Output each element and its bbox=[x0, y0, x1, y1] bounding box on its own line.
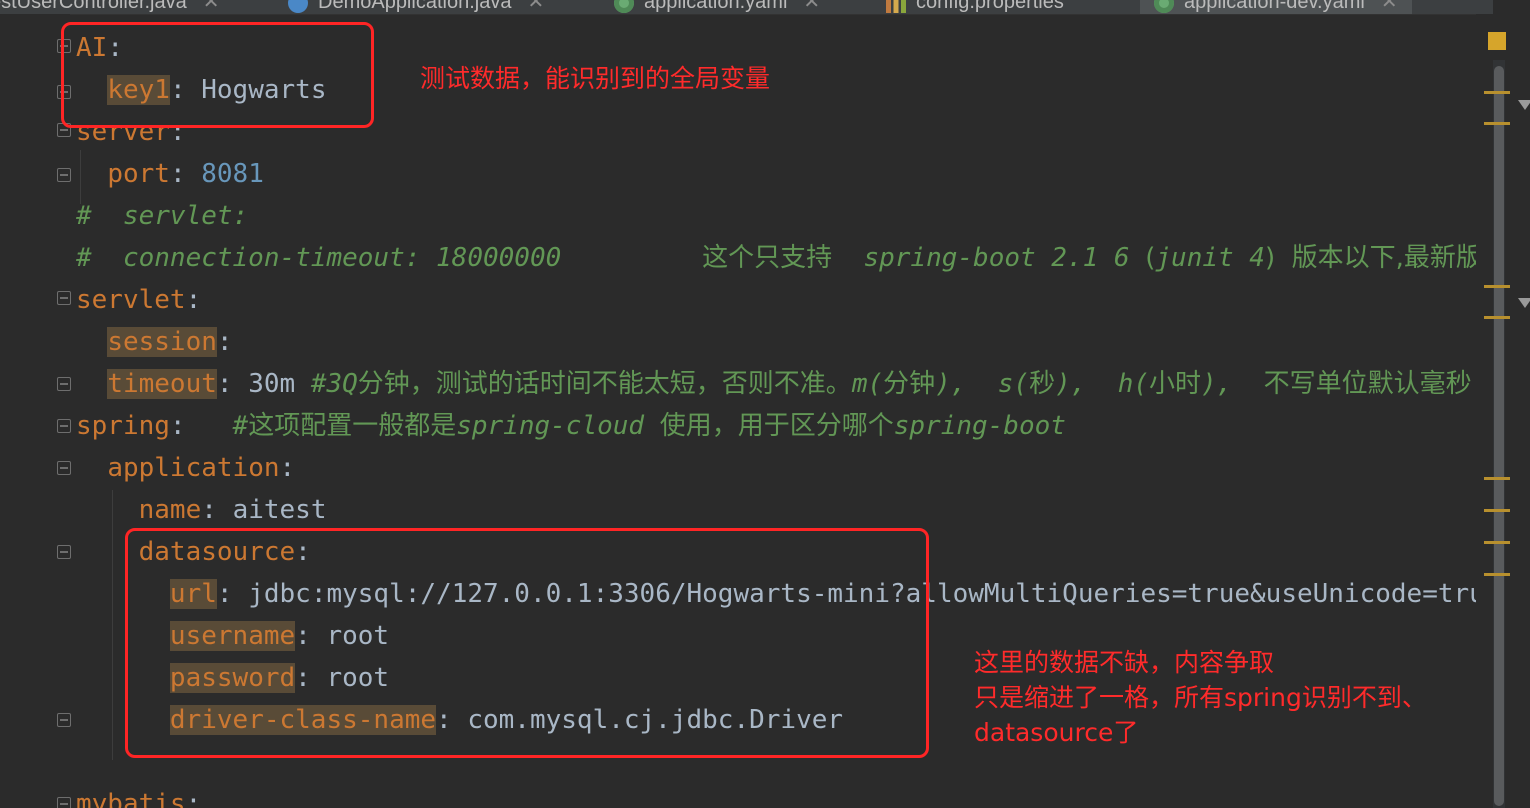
chevron-down-icon[interactable] bbox=[1518, 298, 1530, 308]
warning-stripe[interactable] bbox=[1484, 477, 1510, 480]
yaml-value: 30m bbox=[248, 369, 296, 399]
code-line: port: 8081 bbox=[107, 159, 264, 189]
warning-stripe[interactable] bbox=[1484, 122, 1510, 125]
code-line: application: bbox=[107, 453, 296, 483]
yaml-comment: m( bbox=[851, 369, 884, 399]
yaml-comment: ) 版本以下,最新版 bbox=[1264, 243, 1482, 273]
yaml-comment: ), h( bbox=[1055, 369, 1149, 399]
yaml-comment: 小时 bbox=[1149, 369, 1202, 399]
editor-tab-bar: estUserController.java ✕ DemoApplication.… bbox=[0, 0, 1493, 15]
tab-label: application-dev.yaml bbox=[1184, 0, 1365, 13]
fold-icon[interactable] bbox=[57, 419, 71, 433]
yaml-comment: spring-boot 2.1 6 bbox=[832, 243, 1146, 273]
warning-stripe[interactable] bbox=[1484, 541, 1510, 544]
fold-icon[interactable] bbox=[57, 461, 71, 475]
tab-label: application.yaml bbox=[644, 0, 788, 13]
spring-yaml-icon bbox=[1154, 0, 1174, 13]
warning-stripe[interactable] bbox=[1484, 573, 1510, 576]
code-line: session: bbox=[107, 327, 233, 357]
scrollbar-thumb[interactable] bbox=[1494, 66, 1504, 806]
yaml-comment: 这个只支持 bbox=[702, 243, 833, 273]
annotation-text-top: 测试数据，能识别到的全局变量 bbox=[420, 64, 771, 93]
java-class-icon bbox=[288, 0, 308, 13]
code-line: # connection-timeout: 18000000 这个只支持 spr… bbox=[76, 237, 1482, 279]
code-line: timeout: 30m #3Q分钟，测试的话时间不能太短，否则不准。m(分钟)… bbox=[107, 369, 1472, 399]
tab-label: DemoApplication.java bbox=[318, 0, 512, 13]
yaml-comment: spring-boot bbox=[893, 411, 1066, 441]
spring-yaml-icon bbox=[614, 0, 634, 13]
yaml-value: aitest bbox=[232, 495, 327, 525]
yaml-comment: 使用，用于区分哪个 bbox=[659, 411, 894, 441]
fold-icon[interactable] bbox=[57, 713, 71, 727]
tab-demoapplication[interactable]: DemoApplication.java ✕ bbox=[288, 0, 544, 14]
yaml-comment: ), bbox=[1201, 369, 1264, 399]
close-icon[interactable]: ✕ bbox=[1381, 0, 1398, 13]
yaml-comment: 不写单位默认毫秒 bbox=[1263, 369, 1472, 399]
tab-config-properties[interactable]: config.properties bbox=[886, 0, 1064, 14]
yaml-comment: ( bbox=[1145, 243, 1156, 273]
yaml-key: timeout bbox=[107, 369, 217, 399]
editor-gutter bbox=[0, 14, 71, 808]
tab-label: config.properties bbox=[916, 0, 1064, 13]
yaml-comment: spring-cloud bbox=[456, 411, 660, 441]
yaml-number: 8081 bbox=[201, 159, 264, 189]
code-line: name: aitest bbox=[138, 495, 327, 525]
annotation-text-bottom-3: datasource了 bbox=[974, 718, 1139, 747]
yaml-comment: 这项配置一般都是 bbox=[248, 411, 457, 441]
yaml-key: spring bbox=[76, 411, 170, 441]
annotation-box-datasource bbox=[125, 528, 929, 758]
yaml-comment: 秒 bbox=[1029, 369, 1056, 399]
properties-file-icon bbox=[886, 0, 906, 13]
yaml-comment: 分钟，测试的话时间不能太短，否则不准。 bbox=[357, 369, 852, 399]
yaml-key: servlet bbox=[76, 285, 186, 315]
tab-application-dev-yaml[interactable]: application-dev.yaml ✕ bbox=[1140, 0, 1412, 14]
yaml-key: session bbox=[107, 327, 217, 357]
warning-stripe[interactable] bbox=[1484, 509, 1510, 512]
yaml-key: port bbox=[107, 159, 170, 189]
warning-stripe[interactable] bbox=[1484, 91, 1510, 94]
warning-indicator-icon[interactable] bbox=[1488, 32, 1506, 50]
yaml-key: mybatis bbox=[76, 789, 186, 808]
fold-icon[interactable] bbox=[57, 797, 71, 808]
yaml-comment: # servlet: bbox=[76, 201, 249, 231]
yaml-comment: 分钟 bbox=[883, 369, 936, 399]
annotation-box-global-key bbox=[61, 22, 374, 128]
code-line: spring: #这项配置一般都是spring-cloud 使用，用于区分哪个s… bbox=[76, 411, 1066, 441]
warning-stripe[interactable] bbox=[1484, 285, 1510, 288]
chevron-down-icon[interactable] bbox=[1518, 100, 1530, 110]
annotation-text-bottom-2: 只是缩进了一格，所有spring识别不到、 bbox=[974, 683, 1427, 712]
yaml-comment: ), s( bbox=[935, 369, 1030, 399]
code-line: mybatis: bbox=[76, 783, 201, 808]
annotation-text-bottom-1: 这里的数据不缺，内容争取 bbox=[974, 648, 1275, 677]
fold-icon[interactable] bbox=[57, 377, 71, 391]
yaml-comment: junit 4 bbox=[1155, 243, 1265, 273]
yaml-comment: #3Q bbox=[310, 369, 358, 399]
warning-stripe[interactable] bbox=[1484, 316, 1510, 319]
fold-icon[interactable] bbox=[57, 291, 71, 305]
close-icon[interactable]: ✕ bbox=[203, 0, 220, 13]
tab-label: estUserController.java bbox=[0, 0, 187, 13]
yaml-key: name bbox=[138, 495, 202, 525]
code-line: servlet: bbox=[76, 285, 202, 315]
close-icon[interactable]: ✕ bbox=[527, 0, 544, 13]
yaml-comment: # bbox=[232, 411, 249, 441]
tab-application-yaml[interactable]: application.yaml ✕ bbox=[614, 0, 820, 14]
code-editor[interactable]: estUserController.java ✕ DemoApplication.… bbox=[0, 0, 1493, 808]
fold-icon[interactable] bbox=[57, 545, 71, 559]
close-icon[interactable]: ✕ bbox=[803, 0, 820, 13]
code-line: # servlet: bbox=[76, 195, 248, 237]
yaml-comment: # connection-timeout: 18000000 bbox=[76, 243, 703, 273]
tab-estusercontroller[interactable]: estUserController.java ✕ bbox=[0, 0, 220, 14]
fold-icon[interactable] bbox=[57, 168, 71, 182]
yaml-key: application bbox=[107, 453, 280, 483]
